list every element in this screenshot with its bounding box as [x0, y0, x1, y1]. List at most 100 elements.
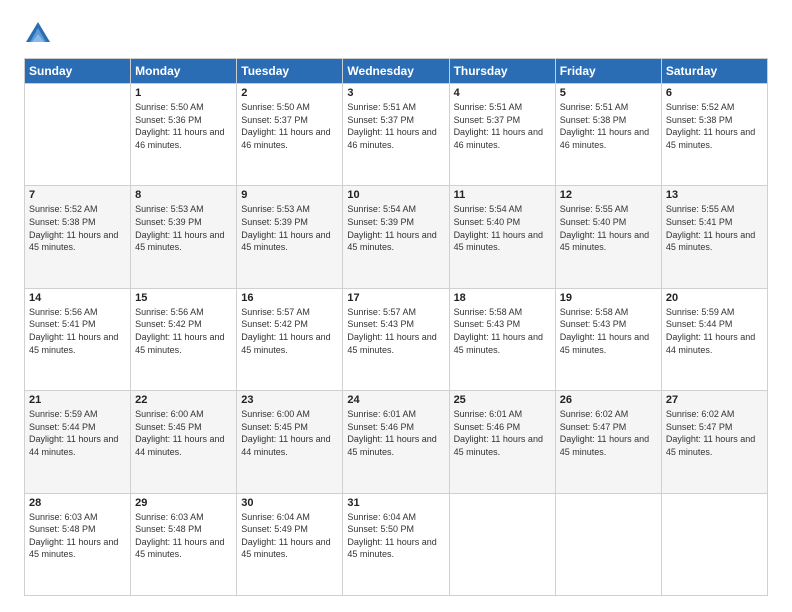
- calendar-cell: 4 Sunrise: 5:51 AMSunset: 5:37 PMDaylight…: [449, 84, 555, 186]
- calendar-header-saturday: Saturday: [661, 59, 767, 84]
- day-info: Sunrise: 5:53 AMSunset: 5:39 PMDaylight:…: [135, 203, 232, 253]
- day-info: Sunrise: 5:56 AMSunset: 5:41 PMDaylight:…: [29, 306, 126, 356]
- calendar-cell: 31 Sunrise: 6:04 AMSunset: 5:50 PMDayligh…: [343, 493, 449, 595]
- calendar-header-row: SundayMondayTuesdayWednesdayThursdayFrid…: [25, 59, 768, 84]
- day-number: 24: [347, 394, 444, 406]
- calendar-cell: 23 Sunrise: 6:00 AMSunset: 5:45 PMDayligh…: [237, 391, 343, 493]
- day-number: 9: [241, 189, 338, 201]
- calendar-header-thursday: Thursday: [449, 59, 555, 84]
- day-number: 31: [347, 497, 444, 509]
- day-info: Sunrise: 5:50 AMSunset: 5:36 PMDaylight:…: [135, 101, 232, 151]
- day-number: 23: [241, 394, 338, 406]
- day-info: Sunrise: 5:56 AMSunset: 5:42 PMDaylight:…: [135, 306, 232, 356]
- day-number: 16: [241, 292, 338, 304]
- day-number: 20: [666, 292, 763, 304]
- calendar-cell: [449, 493, 555, 595]
- day-info: Sunrise: 5:57 AMSunset: 5:43 PMDaylight:…: [347, 306, 444, 356]
- day-info: Sunrise: 5:52 AMSunset: 5:38 PMDaylight:…: [666, 101, 763, 151]
- day-number: 13: [666, 189, 763, 201]
- day-info: Sunrise: 6:01 AMSunset: 5:46 PMDaylight:…: [347, 408, 444, 458]
- calendar-cell: 2 Sunrise: 5:50 AMSunset: 5:37 PMDaylight…: [237, 84, 343, 186]
- day-number: 28: [29, 497, 126, 509]
- day-info: Sunrise: 5:51 AMSunset: 5:38 PMDaylight:…: [560, 101, 657, 151]
- day-info: Sunrise: 5:55 AMSunset: 5:41 PMDaylight:…: [666, 203, 763, 253]
- day-info: Sunrise: 5:58 AMSunset: 5:43 PMDaylight:…: [454, 306, 551, 356]
- calendar-cell: 26Sunrise: 6:02 AMSunset: 5:47 PMDayligh…: [555, 391, 661, 493]
- calendar-week-4: 21 Sunrise: 5:59 AMSunset: 5:44 PMDayligh…: [25, 391, 768, 493]
- calendar-cell: 17Sunrise: 5:57 AMSunset: 5:43 PMDayligh…: [343, 288, 449, 390]
- calendar-cell: 30 Sunrise: 6:04 AMSunset: 5:49 PMDayligh…: [237, 493, 343, 595]
- day-number: 5: [560, 87, 657, 99]
- day-number: 3: [347, 87, 444, 99]
- day-number: 12: [560, 189, 657, 201]
- calendar-cell: 15 Sunrise: 5:56 AMSunset: 5:42 PMDayligh…: [131, 288, 237, 390]
- calendar-cell: 6 Sunrise: 5:52 AMSunset: 5:38 PMDaylight…: [661, 84, 767, 186]
- day-number: 29: [135, 497, 232, 509]
- day-number: 25: [454, 394, 551, 406]
- calendar-week-1: 1Sunrise: 5:50 AMSunset: 5:36 PMDaylight…: [25, 84, 768, 186]
- calendar-cell: 21 Sunrise: 5:59 AMSunset: 5:44 PMDayligh…: [25, 391, 131, 493]
- day-info: Sunrise: 6:03 AMSunset: 5:48 PMDaylight:…: [135, 511, 232, 561]
- calendar-cell: 8 Sunrise: 5:53 AMSunset: 5:39 PMDaylight…: [131, 186, 237, 288]
- day-info: Sunrise: 5:58 AMSunset: 5:43 PMDaylight:…: [560, 306, 657, 356]
- day-number: 2: [241, 87, 338, 99]
- calendar-cell: 13 Sunrise: 5:55 AMSunset: 5:41 PMDayligh…: [661, 186, 767, 288]
- day-info: Sunrise: 6:04 AMSunset: 5:49 PMDaylight:…: [241, 511, 338, 561]
- calendar-cell: 10 Sunrise: 5:54 AMSunset: 5:39 PMDayligh…: [343, 186, 449, 288]
- day-number: 15: [135, 292, 232, 304]
- calendar-cell: 1Sunrise: 5:50 AMSunset: 5:36 PMDaylight…: [131, 84, 237, 186]
- calendar-cell: 14 Sunrise: 5:56 AMSunset: 5:41 PMDayligh…: [25, 288, 131, 390]
- calendar-cell: 20 Sunrise: 5:59 AMSunset: 5:44 PMDayligh…: [661, 288, 767, 390]
- day-number: 30: [241, 497, 338, 509]
- calendar-cell: 29 Sunrise: 6:03 AMSunset: 5:48 PMDayligh…: [131, 493, 237, 595]
- calendar-cell: 22 Sunrise: 6:00 AMSunset: 5:45 PMDayligh…: [131, 391, 237, 493]
- logo-icon: [24, 20, 52, 48]
- day-number: 22: [135, 394, 232, 406]
- day-info: Sunrise: 5:51 AMSunset: 5:37 PMDaylight:…: [454, 101, 551, 151]
- day-info: Sunrise: 5:59 AMSunset: 5:44 PMDaylight:…: [29, 408, 126, 458]
- day-info: Sunrise: 6:04 AMSunset: 5:50 PMDaylight:…: [347, 511, 444, 561]
- calendar-cell: 7 Sunrise: 5:52 AMSunset: 5:38 PMDaylight…: [25, 186, 131, 288]
- calendar-cell: 18Sunrise: 5:58 AMSunset: 5:43 PMDayligh…: [449, 288, 555, 390]
- calendar-week-3: 14 Sunrise: 5:56 AMSunset: 5:41 PMDayligh…: [25, 288, 768, 390]
- day-number: 21: [29, 394, 126, 406]
- day-number: 10: [347, 189, 444, 201]
- day-number: 8: [135, 189, 232, 201]
- day-info: Sunrise: 5:54 AMSunset: 5:40 PMDaylight:…: [454, 203, 551, 253]
- day-info: Sunrise: 6:00 AMSunset: 5:45 PMDaylight:…: [241, 408, 338, 458]
- calendar-cell: 25Sunrise: 6:01 AMSunset: 5:46 PMDayligh…: [449, 391, 555, 493]
- day-number: 26: [560, 394, 657, 406]
- calendar-header-wednesday: Wednesday: [343, 59, 449, 84]
- calendar-header-monday: Monday: [131, 59, 237, 84]
- day-number: 4: [454, 87, 551, 99]
- calendar-cell: 3Sunrise: 5:51 AMSunset: 5:37 PMDaylight…: [343, 84, 449, 186]
- page: SundayMondayTuesdayWednesdayThursdayFrid…: [0, 0, 792, 612]
- calendar-week-5: 28 Sunrise: 6:03 AMSunset: 5:48 PMDayligh…: [25, 493, 768, 595]
- logo: [24, 20, 56, 48]
- day-number: 11: [454, 189, 551, 201]
- calendar-cell: 27 Sunrise: 6:02 AMSunset: 5:47 PMDayligh…: [661, 391, 767, 493]
- calendar-week-2: 7 Sunrise: 5:52 AMSunset: 5:38 PMDaylight…: [25, 186, 768, 288]
- day-info: Sunrise: 5:54 AMSunset: 5:39 PMDaylight:…: [347, 203, 444, 253]
- calendar-cell: 16 Sunrise: 5:57 AMSunset: 5:42 PMDayligh…: [237, 288, 343, 390]
- day-number: 14: [29, 292, 126, 304]
- day-number: 27: [666, 394, 763, 406]
- day-number: 7: [29, 189, 126, 201]
- calendar-cell: 24 Sunrise: 6:01 AMSunset: 5:46 PMDayligh…: [343, 391, 449, 493]
- day-number: 6: [666, 87, 763, 99]
- day-info: Sunrise: 6:02 AMSunset: 5:47 PMDaylight:…: [666, 408, 763, 458]
- day-info: Sunrise: 5:55 AMSunset: 5:40 PMDaylight:…: [560, 203, 657, 253]
- day-info: Sunrise: 5:59 AMSunset: 5:44 PMDaylight:…: [666, 306, 763, 356]
- header: [24, 20, 768, 48]
- calendar-cell: 5 Sunrise: 5:51 AMSunset: 5:38 PMDaylight…: [555, 84, 661, 186]
- calendar-cell: [555, 493, 661, 595]
- calendar-cell: 11 Sunrise: 5:54 AMSunset: 5:40 PMDayligh…: [449, 186, 555, 288]
- calendar-cell: 28Sunrise: 6:03 AMSunset: 5:48 PMDayligh…: [25, 493, 131, 595]
- day-info: Sunrise: 5:50 AMSunset: 5:37 PMDaylight:…: [241, 101, 338, 151]
- calendar-header-sunday: Sunday: [25, 59, 131, 84]
- day-info: Sunrise: 5:52 AMSunset: 5:38 PMDaylight:…: [29, 203, 126, 253]
- day-info: Sunrise: 5:57 AMSunset: 5:42 PMDaylight:…: [241, 306, 338, 356]
- day-number: 19: [560, 292, 657, 304]
- day-info: Sunrise: 6:00 AMSunset: 5:45 PMDaylight:…: [135, 408, 232, 458]
- calendar-cell: [661, 493, 767, 595]
